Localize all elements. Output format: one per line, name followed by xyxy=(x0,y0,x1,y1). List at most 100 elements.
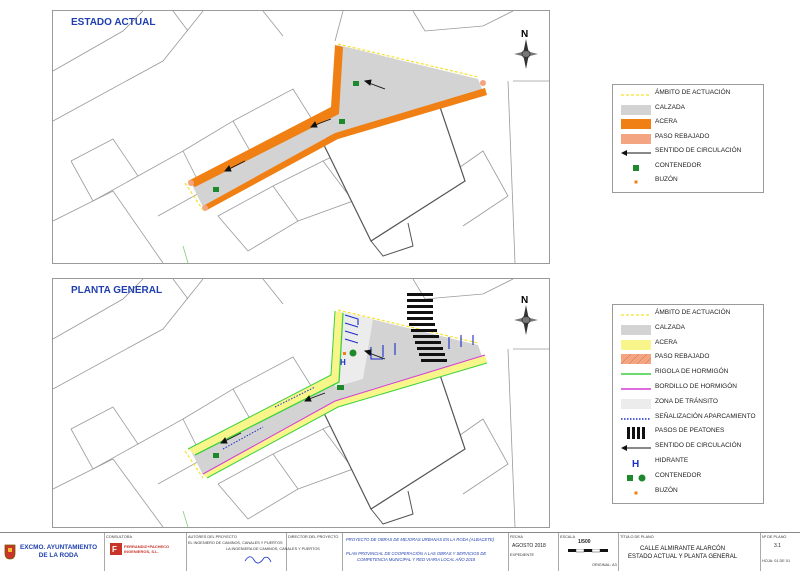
arrow-icon xyxy=(621,146,651,158)
legend-item: ZONA DE TRÁNSITO xyxy=(613,396,763,410)
legend-label: ÁMBITO DE ACTUACIÓN xyxy=(655,309,731,316)
legend-label: ACERA xyxy=(655,118,678,125)
autores-cell: AUTORES DEL PROYECTO EL INGENIERO DE CAM… xyxy=(186,533,320,571)
fill-icon xyxy=(621,117,651,129)
escala-head: ESCALA xyxy=(560,535,575,539)
fp-logo-icon: F xyxy=(110,543,122,555)
panel-title-estado: ESTADO ACTUAL xyxy=(71,17,156,28)
legend-item: BUZÓN xyxy=(613,174,763,188)
legend-label: CALZADA xyxy=(655,103,685,111)
svg-text:H: H xyxy=(340,358,346,367)
legend-label: ÁMBITO DE ACTUACIÓN xyxy=(655,89,731,96)
original-format: ORIGINAL: A3 xyxy=(592,563,617,567)
arrow-icon xyxy=(621,441,651,453)
fill-icon xyxy=(621,103,651,115)
estado-actual-panel: ESTADO ACTUAL N xyxy=(52,10,550,264)
expediente-head: EXPEDIENTE xyxy=(510,553,535,557)
line-icon xyxy=(621,382,651,394)
legend-label: SENTIDO DE CIRCULACIÓN xyxy=(655,442,742,450)
titulo-cell: TÍTULO DE PLANO CALLE ALMIRANTE ALARCÓN … xyxy=(618,533,761,571)
numero-head: Nº DE PLANO xyxy=(762,535,787,539)
titulo-head: TÍTULO DE PLANO xyxy=(620,535,654,539)
autores-head: AUTORES DEL PROYECTO xyxy=(188,535,237,539)
legend-label: SEÑALIZACIÓN APARCAMIENTO xyxy=(655,412,756,420)
legend-item: RIGOLA DE HORMIGÓN xyxy=(613,366,763,380)
line-icon xyxy=(621,367,651,379)
legend-item: CALZADA xyxy=(613,322,763,336)
escala-cell: ESCALA 1/500 ORIGINAL: A3 xyxy=(558,533,619,571)
north-arrow: N xyxy=(514,295,538,335)
legend-label: HIDRANTE xyxy=(655,457,689,464)
dotted-blue-line-icon xyxy=(621,412,651,424)
hoja-value: HOJA: 01 DE 01 xyxy=(762,559,791,563)
consultora-cell: CONSULTORA F FERRANDIZ+PACHECO INGENIERO… xyxy=(104,533,187,571)
entity-name: EXCMO. AYUNTAMIENTO DE LA RODA xyxy=(20,544,98,559)
plan-text: PLAN PROVINCIAL DE COOPERACIÓN A LAS OBR… xyxy=(346,551,487,562)
hatch-icon xyxy=(620,352,652,365)
planta-general-map: H xyxy=(53,279,549,527)
legend-label: CONTENEDOR xyxy=(655,161,702,169)
legend-item: PASO REBAJADO xyxy=(613,351,763,365)
compass-icon xyxy=(514,305,538,335)
fecha-cell: FECHA AGOSTO 2018 EXPEDIENTE xyxy=(508,533,559,571)
hydrant-icon: H xyxy=(621,456,651,470)
svg-text:H: H xyxy=(632,459,639,469)
fill-icon xyxy=(621,323,651,335)
legend-item: SENTIDO DE CIRCULACIÓN xyxy=(613,440,763,454)
director-cell: DIRECTOR DEL PROYECTO xyxy=(286,533,343,571)
legend-item: PASO REBAJADO xyxy=(613,131,763,145)
signature-icon xyxy=(244,556,272,564)
legend-item: ÁMBITO DE ACTUACIÓN xyxy=(613,307,763,321)
legend-item: ACERA xyxy=(613,116,763,130)
legend-label: BUZÓN xyxy=(655,486,678,494)
panel-title-planta: PLANTA GENERAL xyxy=(71,285,163,296)
legend-label: BORDILLO DE HORMIGÓN xyxy=(655,383,737,390)
legend-label: CALZADA xyxy=(655,323,685,331)
green-square-icon xyxy=(621,161,651,173)
entity-cell: EXCMO. AYUNTAMIENTO DE LA RODA xyxy=(0,533,105,571)
legend-item: CONTENEDOR xyxy=(613,160,763,174)
plano-title: CALLE ALMIRANTE ALARCÓN ESTADO ACTUAL Y … xyxy=(628,546,738,560)
coat-of-arms-icon xyxy=(4,544,16,560)
project-cell: PROYECTO DE OBRAS DE MEJORAS URBANAS EN … xyxy=(342,533,509,571)
legend-item: PASOS DE PEATONES xyxy=(613,425,763,440)
legend-label: ACERA xyxy=(655,338,678,346)
legend-label: PASO REBAJADO xyxy=(655,353,710,361)
consultora-head: CONSULTORA xyxy=(106,535,133,539)
fecha-value: AGOSTO 2018 xyxy=(512,543,546,549)
north-arrow: N xyxy=(514,29,538,69)
legend-label: PASOS DE PEATONES xyxy=(655,427,725,435)
scale-bar-icon xyxy=(568,549,608,553)
director-head: DIRECTOR DEL PROYECTO xyxy=(288,535,339,539)
legend-label: BUZÓN xyxy=(655,176,678,183)
legend-label: RIGOLA DE HORMIGÓN xyxy=(655,368,729,376)
legend-item: ACERA xyxy=(613,337,763,351)
numero-cell: Nº DE PLANO 3.1 HOJA: 01 DE 01 xyxy=(760,533,800,571)
zebra-icon xyxy=(621,426,651,440)
escala-value: 1/500 xyxy=(578,539,591,545)
legend-item: BORDILLO DE HORMIGÓN xyxy=(613,381,763,395)
autores-text: EL INGENIERO DE CAMINOS, CANALES Y PUERT… xyxy=(188,541,283,545)
legend-item: H HIDRANTE xyxy=(613,455,763,470)
svg-text:F: F xyxy=(112,545,117,554)
planta-general-panel: H PLANTA GENERAL N xyxy=(52,278,550,528)
legend-label: CONTENEDOR xyxy=(655,471,702,479)
legend-label: PASO REBAJADO xyxy=(655,132,710,140)
legend-item: CALZADA xyxy=(613,102,763,116)
fecha-head: FECHA xyxy=(510,535,523,539)
dashed-yellow-line-icon xyxy=(621,88,651,100)
legend-estado-actual: ÁMBITO DE ACTUACIÓN CALZADA ACERA PASO REBA… xyxy=(612,84,764,193)
fill-icon xyxy=(621,132,651,144)
numero-value: 3.1 xyxy=(774,543,781,549)
fill-icon xyxy=(621,338,651,350)
legend-item: ÁMBITO DE ACTUACIÓN xyxy=(613,87,763,101)
consultora-name: FERRANDIZ+PACHECO INGENIEROS, S.L. xyxy=(124,544,170,554)
legend-planta-general: ÁMBITO DE ACTUACIÓN CALZADA ACERA PASO REBA… xyxy=(612,304,764,504)
compass-icon xyxy=(514,39,538,69)
legend-item: SEÑALIZACIÓN APARCAMIENTO xyxy=(613,411,763,425)
legend-item: BUZÓN xyxy=(613,485,763,499)
fill-icon xyxy=(621,397,651,409)
title-block: EXCMO. AYUNTAMIENTO DE LA RODA CONSULTOR… xyxy=(0,532,800,571)
legend-label: ZONA DE TRÁNSITO xyxy=(655,397,718,405)
legend-label: SENTIDO DE CIRCULACIÓN xyxy=(655,147,742,154)
